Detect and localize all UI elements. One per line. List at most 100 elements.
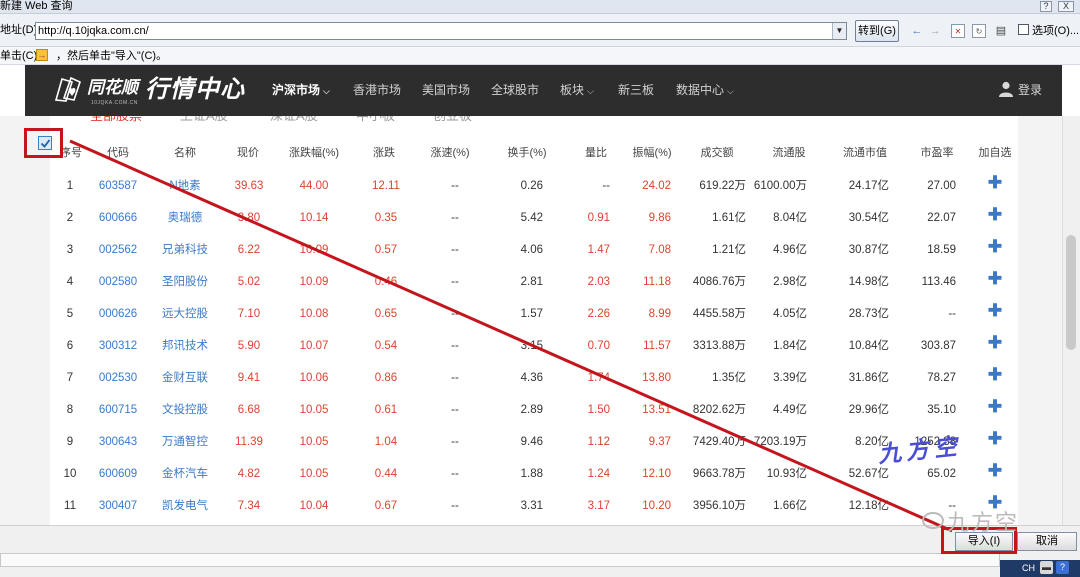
cell-code[interactable]: 002562 <box>99 243 137 257</box>
cell-code[interactable]: 300407 <box>99 499 137 513</box>
cell-float-cap: 31.86亿 <box>848 372 889 384</box>
cell-volume-ratio: 1.47 <box>587 244 610 256</box>
address-input[interactable] <box>35 22 847 40</box>
col-header: 加自选 <box>978 147 1012 159</box>
cell-pe: 78.27 <box>927 372 956 384</box>
col-header[interactable]: 涨速(%) <box>430 146 469 160</box>
cell-turnover-amount: 3956.10万 <box>692 500 746 512</box>
plus-icon[interactable]: ✚ <box>988 366 1002 383</box>
tab-sh-a[interactable]: 上证A股 <box>180 116 228 124</box>
cell-turnover: 2.89 <box>520 404 543 416</box>
plus-icon[interactable]: ✚ <box>988 462 1002 479</box>
keyboard-icon[interactable]: ▬ <box>1040 561 1053 574</box>
cell-name[interactable]: 远大控股 <box>162 307 208 321</box>
refresh-icon[interactable]: ↻ <box>972 24 986 38</box>
address-dropdown-icon[interactable]: ▼ <box>832 23 846 39</box>
cell-speed: -- <box>451 212 459 224</box>
help-tray-icon[interactable]: ? <box>1056 561 1069 574</box>
close-button[interactable]: X <box>1058 1 1074 12</box>
nav-label: 数据中心 <box>676 83 725 97</box>
help-button[interactable]: ? <box>1040 1 1052 12</box>
cell-code[interactable]: 000626 <box>99 307 137 321</box>
col-header[interactable]: 成交额 <box>701 146 734 160</box>
cell-speed: -- <box>451 500 459 512</box>
cell-float-shares: 1.84亿 <box>773 340 807 352</box>
cell-pe: 18.59 <box>927 244 956 256</box>
plus-icon[interactable]: ✚ <box>988 238 1002 255</box>
cell-change: 0.65 <box>374 308 398 320</box>
go-button[interactable]: 转到(G) <box>855 20 899 42</box>
save-query-icon[interactable]: ▤ <box>994 24 1008 38</box>
tab-sme[interactable]: 中小板 <box>356 116 395 124</box>
plus-icon[interactable]: ✚ <box>988 334 1002 351</box>
cell-name[interactable]: 凯发电气 <box>162 499 208 513</box>
cell-code[interactable]: 600715 <box>99 403 137 417</box>
input-method-indicator[interactable]: CH <box>1022 563 1035 574</box>
cell-name[interactable]: 文投控股 <box>162 403 208 417</box>
nav-item-hk[interactable]: 香港市场 <box>353 82 401 98</box>
cell-code[interactable]: 600609 <box>99 467 137 481</box>
col-header[interactable]: 流通股 <box>773 146 806 160</box>
cell-code[interactable]: 300312 <box>99 339 137 353</box>
cell-change-pct: 10.09 <box>299 276 329 288</box>
cell-name[interactable]: 邦讯技术 <box>162 339 208 353</box>
cell-index: 10 <box>63 468 77 480</box>
col-header[interactable]: 序号 <box>60 146 82 160</box>
cell-name[interactable]: 金财互联 <box>162 371 208 385</box>
tab-chinext[interactable]: 创业板 <box>433 116 472 124</box>
col-header[interactable]: 量比 <box>585 146 607 160</box>
nav-item-neeq[interactable]: 新三板 <box>618 82 654 98</box>
cell-price: 7.34 <box>237 500 261 512</box>
cell-code[interactable]: 002530 <box>99 371 137 385</box>
plus-icon[interactable]: ✚ <box>988 430 1002 447</box>
tab-sz-a[interactable]: 深证A股 <box>270 116 318 124</box>
cell-turnover-amount: 8202.62万 <box>692 404 746 416</box>
cell-price: 4.82 <box>237 468 261 480</box>
cell-name[interactable]: 奥瑞德 <box>168 211 203 225</box>
login-link[interactable]: 登录 <box>998 81 1042 99</box>
cell-speed: -- <box>451 404 459 416</box>
plus-icon[interactable]: ✚ <box>988 302 1002 319</box>
col-header[interactable]: 市盈率 <box>921 146 954 160</box>
col-header[interactable]: 代码 <box>107 146 129 160</box>
cell-code[interactable]: 300643 <box>99 435 137 449</box>
nav-item-data-center[interactable]: 数据中心 ⌵ <box>676 82 734 99</box>
cell-name[interactable]: 兄弟科技 <box>162 243 208 257</box>
cell-price: 11.39 <box>235 436 263 448</box>
cell-change: 0.86 <box>374 372 398 384</box>
nav-item-sector[interactable]: 板块 ⌵ <box>560 82 594 99</box>
cell-code[interactable]: 603587 <box>99 179 137 193</box>
nav-item-global[interactable]: 全球股市 <box>491 82 539 98</box>
col-header[interactable]: 现价 <box>237 146 259 160</box>
cell-name[interactable]: 万通智控 <box>162 435 208 449</box>
scrollbar-thumb[interactable] <box>1066 235 1076 350</box>
options-button[interactable]: 选项(O)... <box>1018 24 1079 38</box>
cancel-button[interactable]: 取消 <box>1017 532 1077 551</box>
plus-icon[interactable]: ✚ <box>988 270 1002 287</box>
cell-code[interactable]: 600666 <box>99 211 137 225</box>
col-header[interactable]: 流通市值 <box>843 146 887 160</box>
cell-float-cap: 30.87亿 <box>848 244 889 256</box>
cell-code[interactable]: 002580 <box>99 275 137 289</box>
cell-name[interactable]: 金杯汽车 <box>162 467 208 481</box>
col-header[interactable]: 振幅(%) <box>632 146 671 160</box>
plus-icon[interactable]: ✚ <box>988 206 1002 223</box>
plus-icon[interactable]: ✚ <box>988 174 1002 191</box>
nav-item-us[interactable]: 美国市场 <box>422 82 470 98</box>
cell-name[interactable]: 圣阳股份 <box>162 275 208 289</box>
cell-index: 3 <box>66 244 74 256</box>
col-header[interactable]: 换手(%) <box>507 146 546 160</box>
back-arrow-icon[interactable]: ← <box>910 24 924 38</box>
col-header[interactable]: 涨跌幅(%) <box>289 146 339 160</box>
options-icon <box>1018 24 1029 35</box>
col-header[interactable]: 涨跌 <box>373 146 395 160</box>
tab-all-stocks[interactable]: 全部股票 <box>90 116 142 124</box>
col-header[interactable]: 名称 <box>174 146 196 160</box>
stop-icon[interactable]: ✕ <box>951 24 965 38</box>
cell-name[interactable]: N地素 <box>169 179 200 193</box>
nav-item-shenhu[interactable]: 沪深市场 ⌵ <box>272 82 330 99</box>
plus-icon[interactable]: ✚ <box>988 398 1002 415</box>
status-field <box>0 553 1000 567</box>
forward-arrow-icon[interactable]: → <box>928 24 942 38</box>
plus-icon[interactable]: ✚ <box>988 494 1002 511</box>
